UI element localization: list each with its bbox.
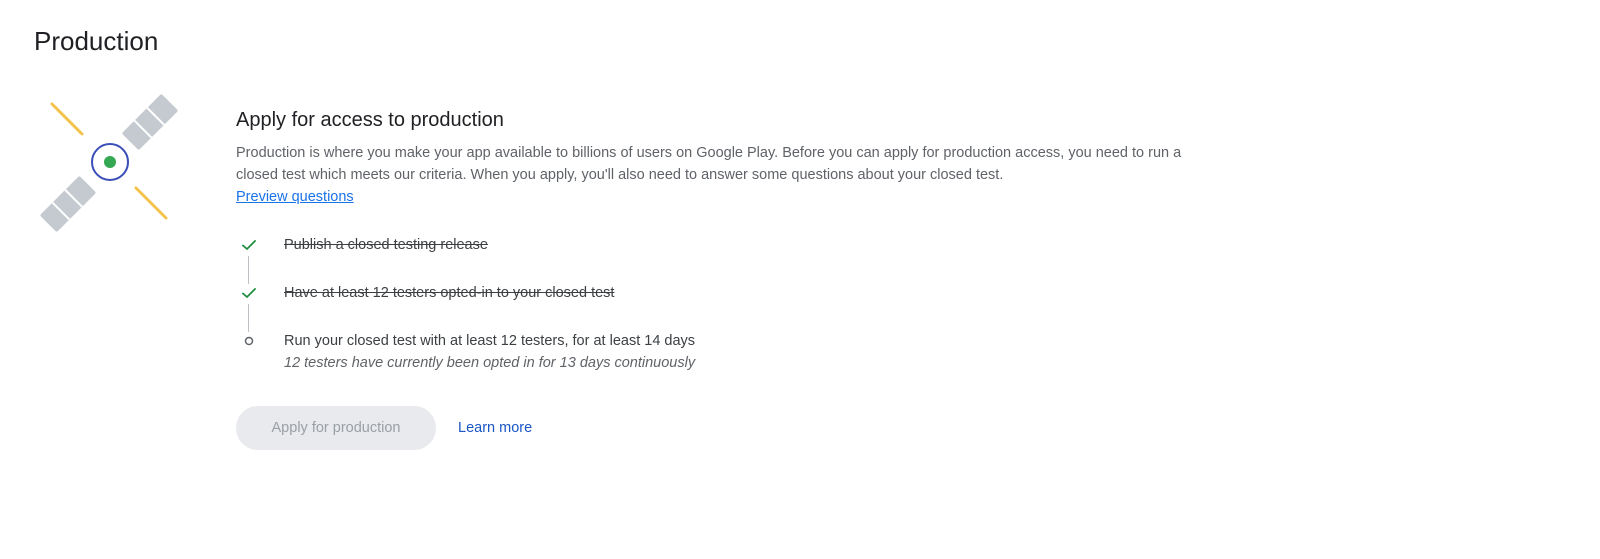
requirement-step: Have at least 12 testers opted-in to you… bbox=[236, 282, 1216, 330]
requirement-label: Publish a closed testing release bbox=[284, 237, 488, 253]
requirement-step: Run your closed test with at least 12 te… bbox=[236, 330, 1216, 380]
preview-questions-link[interactable]: Preview questions bbox=[236, 186, 354, 208]
requirements-list: Publish a closed testing release Have at… bbox=[236, 234, 1216, 380]
satellite-icon bbox=[40, 92, 182, 234]
section-description: Production is where you make your app av… bbox=[236, 145, 1182, 183]
requirement-label: Run your closed test with at least 12 te… bbox=[284, 333, 696, 349]
requirement-progress: 12 testers have currently been opted in … bbox=[284, 355, 696, 371]
section-title: Apply for access to production bbox=[236, 109, 504, 131]
learn-more-link[interactable]: Learn more bbox=[458, 420, 532, 436]
check-icon bbox=[241, 285, 257, 301]
apply-for-production-button[interactable]: Apply for production bbox=[236, 406, 436, 450]
action-row: Apply for production Learn more bbox=[236, 406, 1216, 450]
circle-outline-icon bbox=[241, 333, 257, 349]
requirement-label: Have at least 12 testers opted-in to you… bbox=[284, 285, 615, 301]
page-title: Production bbox=[34, 26, 159, 56]
production-access-card: Apply for access to production Productio… bbox=[236, 106, 1216, 450]
requirement-step: Publish a closed testing release bbox=[236, 234, 1216, 282]
check-icon bbox=[241, 237, 257, 253]
